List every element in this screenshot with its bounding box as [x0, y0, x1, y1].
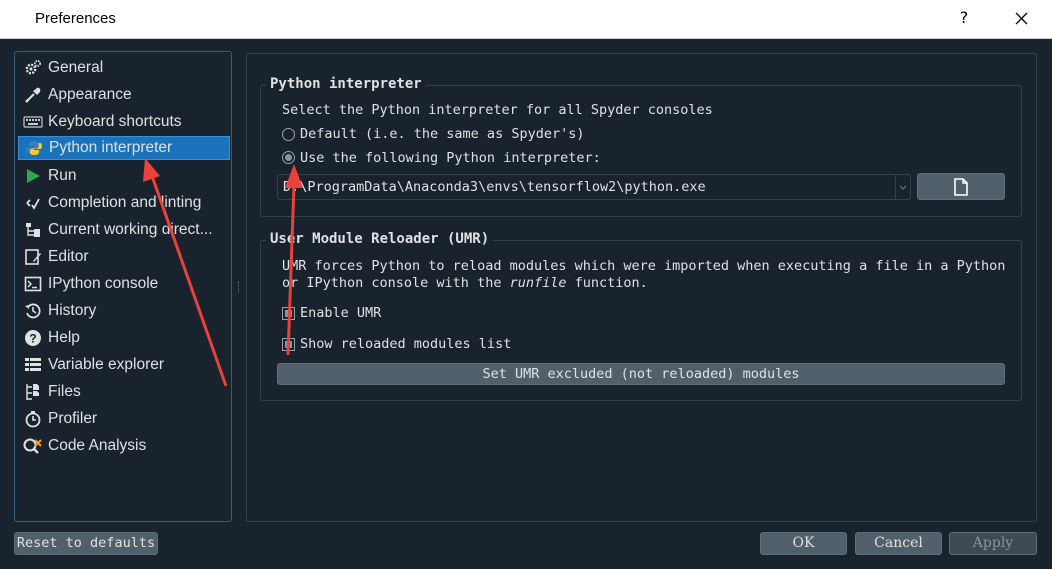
interpreter-path-combo[interactable]: D:\ProgramData\Anaconda3\envs\tensorflow…	[277, 174, 911, 200]
table-icon	[23, 355, 43, 375]
umr-excluded-modules-button[interactable]: Set UMR excluded (not reloaded) modules	[277, 363, 1005, 385]
custom-interpreter-label[interactable]: Use the following Python interpreter:	[300, 150, 601, 166]
apply-button[interactable]: Apply	[949, 532, 1037, 555]
sidebar-item-label: History	[48, 302, 97, 319]
interpreter-path-value: D:\ProgramData\Anaconda3\envs\tensorflow…	[283, 179, 706, 195]
svg-text:?: ?	[29, 332, 36, 346]
default-interpreter-label[interactable]: Default (i.e. the same as Spyder's)	[300, 126, 584, 142]
show-reloaded-modules-checkbox[interactable]	[282, 338, 295, 351]
completion-icon	[23, 193, 43, 213]
cancel-button[interactable]: Cancel	[855, 532, 942, 555]
python-interpreter-group-title: Python interpreter	[266, 76, 426, 92]
sidebar-item-current-working-directory[interactable]: Current working direct...	[18, 218, 230, 242]
sidebar-item-label: Variable explorer	[48, 356, 165, 373]
sidebar-item-variable-explorer[interactable]: Variable explorer	[18, 353, 230, 377]
sidebar-item-keyboard-shortcuts[interactable]: Keyboard shortcuts	[18, 110, 230, 134]
stopwatch-icon	[23, 409, 43, 429]
sidebar-item-label: Keyboard shortcuts	[48, 113, 182, 130]
gears-icon	[23, 58, 43, 78]
sidebar-item-label: IPython console	[48, 275, 159, 292]
sidebar-item-help[interactable]: ? Help	[18, 326, 230, 350]
window-title: Preferences	[35, 10, 116, 27]
custom-interpreter-radio[interactable]	[282, 151, 295, 164]
sidebar-item-label: Appearance	[48, 86, 132, 103]
preferences-sidebar: General Appearance Keyboard shortcuts Py…	[14, 51, 232, 522]
sidebar-item-python-interpreter[interactable]: Python interpreter	[18, 136, 230, 160]
folder-tree-icon	[23, 220, 43, 240]
close-icon	[1015, 12, 1028, 25]
eyedropper-icon	[23, 85, 43, 105]
umr-group-title: User Module Reloader (UMR)	[266, 231, 494, 247]
interpreter-description: Select the Python interpreter for all Sp…	[282, 102, 713, 118]
sidebar-item-label: Run	[48, 167, 77, 184]
show-reloaded-modules-label[interactable]: Show reloaded modules list	[300, 336, 511, 352]
browse-interpreter-button[interactable]	[917, 173, 1005, 200]
enable-umr-label[interactable]: Enable UMR	[300, 305, 381, 321]
python-icon	[24, 138, 44, 158]
umr-description-line1: UMR forces Python to reload modules whic…	[282, 258, 1006, 274]
sidebar-item-label: Code Analysis	[48, 437, 147, 454]
splitter-grip	[238, 281, 241, 293]
sidebar-item-code-analysis[interactable]: Code Analysis	[18, 434, 230, 458]
sidebar-item-label: Help	[48, 329, 80, 346]
files-icon	[23, 382, 43, 402]
sidebar-item-label: Files	[48, 383, 81, 400]
sidebar-item-profiler[interactable]: Profiler	[18, 407, 230, 431]
reset-to-defaults-button[interactable]: Reset to defaults	[14, 532, 158, 555]
sidebar-item-appearance[interactable]: Appearance	[18, 83, 230, 107]
history-icon	[23, 301, 43, 321]
sidebar-item-completion-and-linting[interactable]: Completion and linting	[18, 191, 230, 215]
sidebar-item-label: Editor	[48, 248, 89, 265]
sidebar-item-ipython-console[interactable]: IPython console	[18, 272, 230, 296]
umr-description-text: or IPython console with the	[282, 275, 510, 291]
pane-splitter[interactable]	[236, 51, 242, 522]
sidebar-item-run[interactable]: Run	[18, 164, 230, 188]
terminal-icon	[23, 274, 43, 294]
sidebar-item-label: General	[48, 59, 104, 76]
ok-button[interactable]: OK	[760, 532, 847, 555]
sidebar-item-label: Current working direct...	[48, 221, 213, 238]
editor-icon	[23, 247, 43, 267]
play-icon	[23, 166, 43, 186]
sidebar-item-label: Python interpreter	[49, 139, 173, 156]
sidebar-item-general[interactable]: General	[18, 56, 230, 80]
help-button[interactable]: ?	[952, 6, 976, 30]
close-button[interactable]	[1006, 4, 1036, 32]
enable-umr-checkbox[interactable]	[282, 307, 295, 320]
code-analysis-icon	[23, 436, 43, 456]
title-bar: Preferences ?	[0, 0, 1052, 39]
file-icon	[954, 178, 968, 196]
sidebar-item-label: Profiler	[48, 410, 98, 427]
sidebar-item-label: Completion and linting	[48, 194, 202, 211]
umr-description-suffix: function.	[566, 275, 648, 291]
combo-dropdown[interactable]	[895, 175, 910, 199]
chevron-down-icon	[899, 185, 907, 190]
sidebar-item-history[interactable]: History	[18, 299, 230, 323]
umr-runfile-text: runfile	[509, 275, 567, 291]
settings-panel: Python interpreter Select the Python int…	[246, 53, 1037, 522]
keyboard-icon	[23, 112, 43, 132]
sidebar-item-files[interactable]: Files	[18, 380, 230, 404]
default-interpreter-radio[interactable]	[282, 128, 295, 141]
help-circle-icon: ?	[23, 328, 43, 348]
sidebar-item-editor[interactable]: Editor	[18, 245, 230, 269]
umr-description-line2: or IPython console with the runfile func…	[282, 275, 648, 291]
